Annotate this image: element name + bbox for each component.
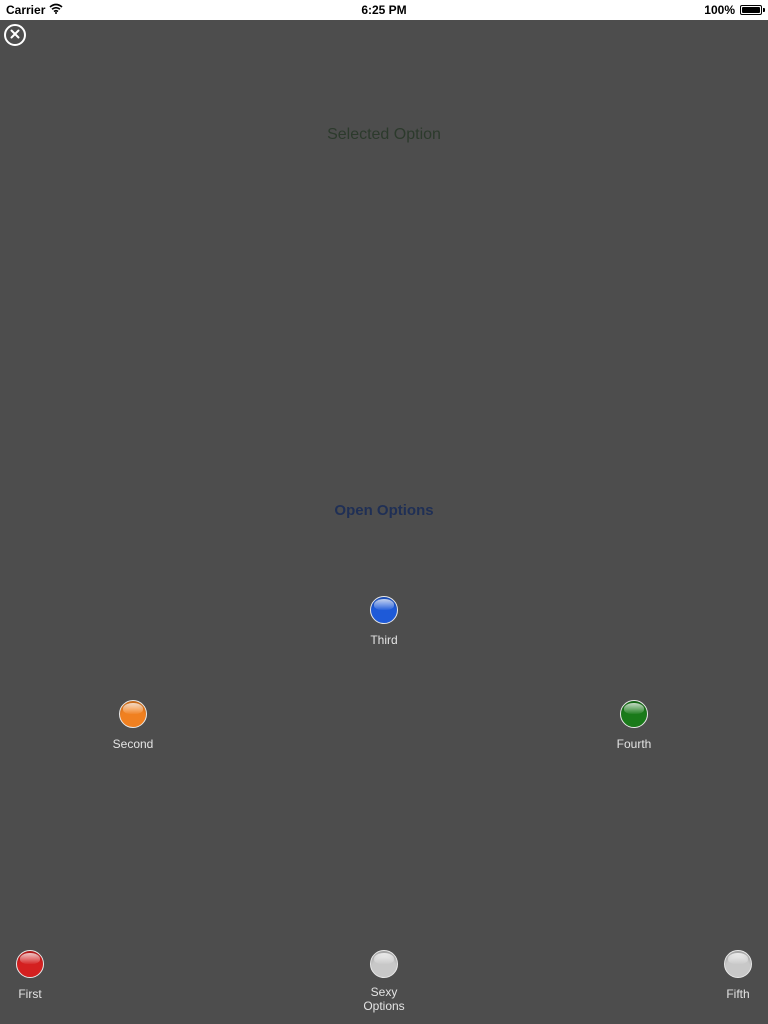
option-fifth-label: Fifth [726, 987, 750, 1001]
option-first[interactable]: First [0, 950, 75, 1001]
main-orb-icon [370, 950, 398, 978]
status-right: 100% [704, 3, 765, 17]
option-third-label: Third [370, 633, 398, 647]
option-fifth[interactable]: Fifth [693, 950, 768, 1001]
close-icon [10, 26, 20, 44]
option-first-label: First [18, 987, 42, 1001]
screen: Carrier 6:25 PM 100% Selected Option Ope… [0, 0, 768, 1024]
option-third[interactable]: Third [339, 596, 429, 647]
battery-fill [742, 7, 760, 13]
option-second[interactable]: Second [88, 700, 178, 751]
third-orb-icon [370, 596, 398, 624]
fourth-orb-icon [620, 700, 648, 728]
close-button[interactable] [4, 24, 26, 46]
first-orb-icon [16, 950, 44, 978]
status-bar: Carrier 6:25 PM 100% [0, 0, 768, 20]
option-fourth-label: Fourth [616, 737, 652, 751]
second-orb-icon [119, 700, 147, 728]
selected-option-label: Selected Option [327, 126, 441, 143]
main-options-label: Sexy Options [363, 985, 405, 1013]
option-fourth[interactable]: Fourth [589, 700, 679, 751]
main-options-button[interactable]: Sexy Options [339, 950, 429, 1013]
battery-icon [740, 5, 765, 15]
status-time: 6:25 PM [361, 3, 407, 17]
battery-tip [763, 8, 765, 12]
open-options-button[interactable]: Open Options [300, 502, 468, 519]
fifth-orb-icon [724, 950, 752, 978]
option-second-label: Second [112, 737, 154, 751]
battery-percent: 100% [704, 3, 735, 17]
